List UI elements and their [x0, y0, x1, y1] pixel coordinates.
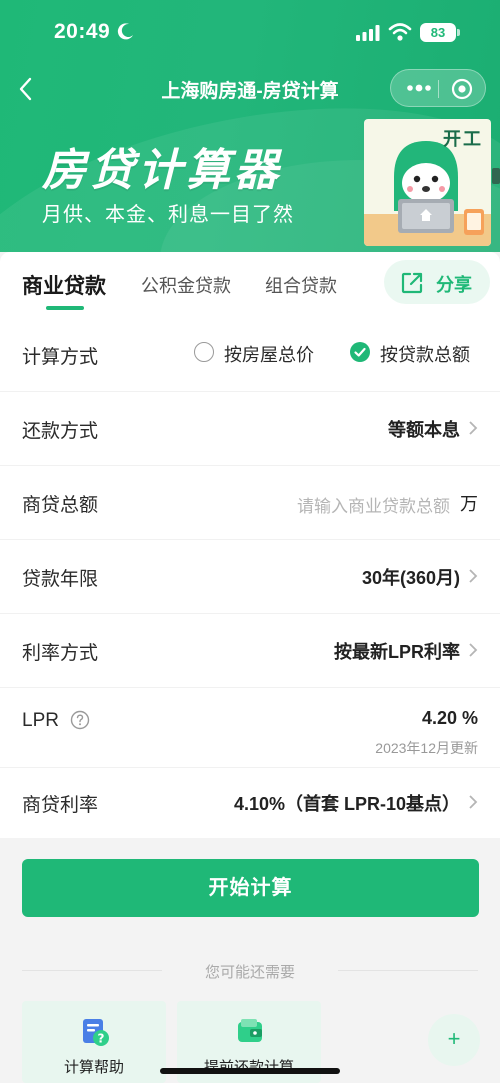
- status-time: 20:49: [54, 20, 111, 43]
- more-section-title: 您可能还需要: [204, 964, 295, 981]
- loan-term-label: 贷款年限: [22, 569, 99, 590]
- tab-commercial-loan[interactable]: 商业贷款: [22, 270, 106, 300]
- lpr-value: 4.20 %: [421, 708, 478, 728]
- more-options-icon[interactable]: [405, 78, 433, 98]
- rate-method-label: 利率方式: [22, 643, 99, 664]
- close-miniprogram-icon[interactable]: [451, 78, 473, 100]
- radio-label: 按房屋总价: [224, 345, 314, 365]
- calc-method-row: 计算方式 按房屋总价 按贷款总额: [0, 318, 500, 392]
- capsule-divider: [438, 80, 439, 98]
- header-banner: 20:49 83 上海购房通-房贷计算 房贷计算器 月供、本金、利息一目了然 开…: [0, 0, 500, 252]
- banner-subtitle: 月供、本金、利息一目了然: [42, 204, 294, 226]
- repay-method-value: 等额本息: [388, 420, 460, 440]
- loan-term-row[interactable]: 贷款年限 30年(360月): [0, 540, 500, 614]
- repay-method-label: 还款方式: [22, 421, 99, 442]
- help-document-icon: ?: [83, 1019, 109, 1046]
- tool-label: 计算帮助: [63, 1059, 124, 1076]
- tab-housing-fund-loan[interactable]: 公积金贷款: [141, 272, 231, 298]
- loan-type-tabs: 商业贷款 公积金贷款 组合贷款 分享: [0, 252, 500, 318]
- share-button[interactable]: 分享: [384, 260, 490, 304]
- loan-amount-label: 商贷总额: [22, 495, 99, 516]
- battery-indicator: 83: [420, 23, 460, 42]
- nav-bar: 上海购房通-房贷计算: [0, 66, 500, 112]
- svg-text:?: ?: [98, 1032, 105, 1046]
- lpr-label: LPR: [22, 710, 59, 731]
- calc-method-label: 计算方式: [22, 347, 99, 368]
- divider-line: [338, 970, 478, 971]
- help-question-icon[interactable]: [70, 710, 90, 730]
- chevron-right-icon: [469, 421, 478, 435]
- tool-calc-help[interactable]: ? 计算帮助: [22, 1001, 166, 1083]
- commercial-rate-value: 4.10%（首套 LPR-10基点）: [233, 794, 460, 814]
- loan-amount-unit: 万: [460, 494, 478, 514]
- mascot-label: 开工: [443, 129, 483, 149]
- share-label: 分享: [436, 275, 472, 295]
- wallet-icon: [238, 1019, 262, 1042]
- chevron-right-icon: [469, 643, 478, 657]
- radio-checked-icon: [350, 342, 370, 362]
- banner-title: 房贷计算器: [42, 146, 282, 195]
- chevron-right-icon: [469, 569, 478, 583]
- loan-amount-row: 商贷总额 请输入商业贷款总额 万: [0, 466, 500, 540]
- repay-method-row[interactable]: 还款方式 等额本息: [0, 392, 500, 466]
- lpr-row: LPR 4.20 % 2023年12月更新: [0, 688, 500, 768]
- commercial-rate-label: 商贷利率: [22, 795, 99, 816]
- add-button[interactable]: +: [428, 1014, 480, 1066]
- share-icon: [401, 272, 423, 294]
- home-indicator: [160, 1068, 340, 1074]
- radio-unchecked-icon: [194, 342, 214, 362]
- loan-term-value: 30年(360月): [361, 568, 460, 588]
- rate-method-row[interactable]: 利率方式 按最新LPR利率: [0, 614, 500, 688]
- lpr-update-note: 2023年12月更新: [375, 740, 478, 756]
- start-calculation-button[interactable]: 开始计算: [22, 859, 479, 917]
- rate-method-value: 按最新LPR利率: [334, 642, 460, 662]
- more-section-divider: 您可能还需要: [0, 958, 500, 982]
- commercial-rate-row[interactable]: 商贷利率 4.10%（首套 LPR-10基点）: [0, 768, 500, 838]
- active-tab-indicator: [46, 306, 84, 310]
- mascot-illustration: 开工: [364, 119, 491, 246]
- page-title: 上海购房通-房贷计算: [161, 81, 339, 102]
- tab-combined-loan[interactable]: 组合贷款: [265, 272, 337, 298]
- status-bar: 20:49 83: [0, 0, 500, 66]
- cellular-signal-icon: [356, 25, 380, 41]
- moon-icon: [117, 23, 133, 40]
- loan-amount-input[interactable]: 请输入商业贷款总额: [297, 492, 450, 517]
- wifi-icon: [388, 23, 412, 41]
- back-arrow-icon[interactable]: [14, 74, 38, 104]
- radio-label: 按贷款总额: [380, 345, 470, 365]
- loan-form-card: 商业贷款 公积金贷款 组合贷款 分享 计算方式 按房屋总价 按贷款总额 还款方式…: [0, 252, 500, 838]
- banner-edge-marker: [492, 168, 500, 184]
- miniprogram-capsule: [390, 69, 486, 107]
- chevron-right-icon: [469, 795, 478, 809]
